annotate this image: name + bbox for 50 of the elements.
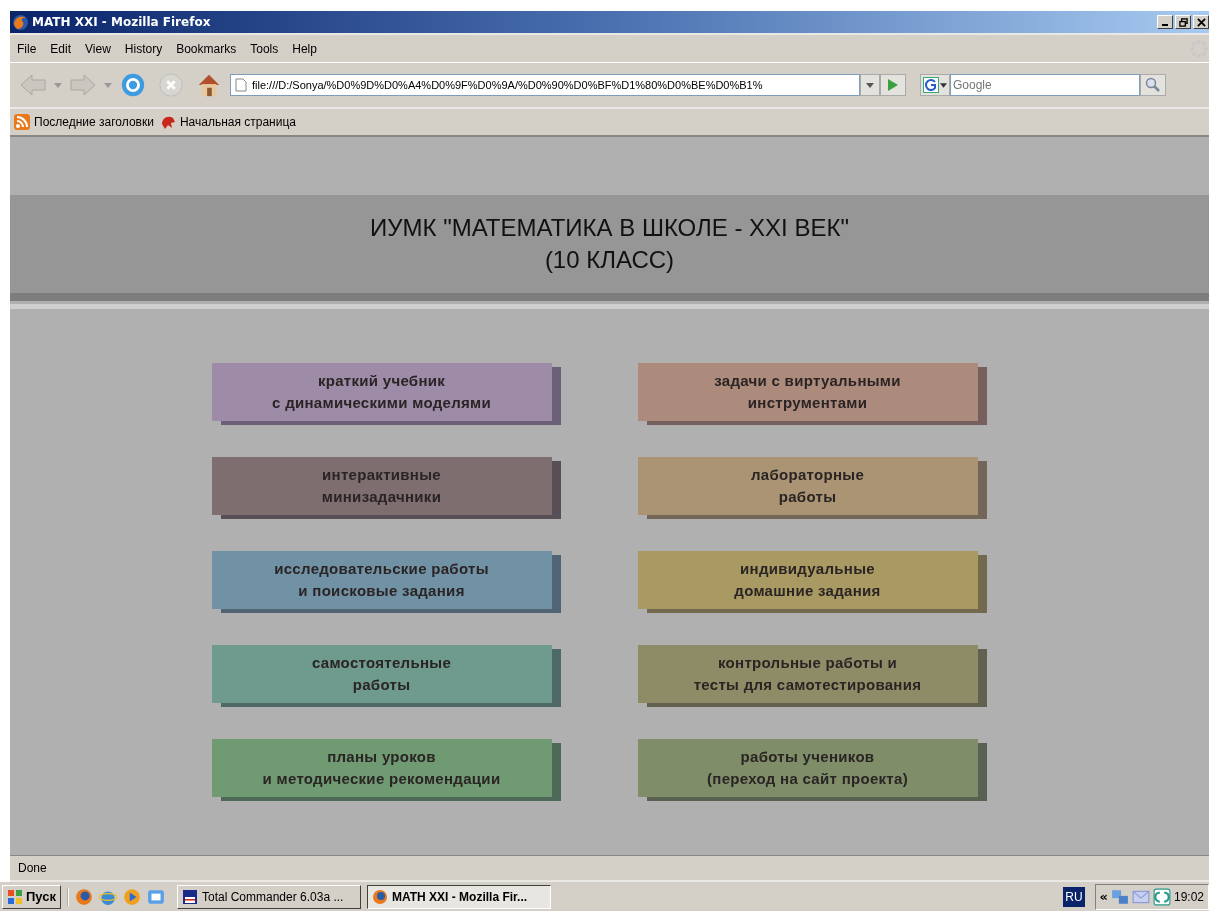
restore-icon — [1178, 17, 1188, 27]
caret-icon[interactable] — [54, 82, 62, 88]
window-title: MATH XXI - Mozilla Firefox — [32, 15, 212, 29]
animal-head-icon — [159, 114, 176, 130]
page-title: ИУМК "МАТЕМАТИКА В ШКОЛЕ - XXI ВЕК" (10 КЛАСС) — [370, 213, 849, 275]
play-arrow-icon — [887, 78, 899, 92]
taskbar-button[interactable]: MATH XXI - Mozilla Fir... — [367, 884, 551, 909]
document-icon — [235, 78, 247, 92]
network-icon[interactable] — [1110, 887, 1129, 906]
taskbar-button[interactable]: Total Commander 6.03a ... — [177, 884, 361, 909]
globe-icon — [12, 13, 29, 31]
start-button[interactable]: Пуск — [2, 884, 61, 909]
menu-item[interactable]: History — [117, 41, 170, 56]
tray-expand-button[interactable]: « — [1099, 889, 1108, 904]
browser-icon — [372, 888, 388, 905]
menu-item[interactable]: Edit — [43, 41, 79, 56]
stop-icon[interactable] — [157, 72, 185, 98]
menu-item[interactable]: File — [10, 41, 44, 56]
language-indicator[interactable]: RU — [1063, 886, 1085, 907]
caret-icon — [940, 82, 947, 88]
menu-item[interactable]: Help — [285, 41, 324, 56]
close-button[interactable] — [1193, 15, 1209, 29]
bookmark-item[interactable]: Последние заголовки — [14, 114, 154, 130]
menu-item[interactable]: Bookmarks — [169, 41, 244, 56]
windows-logo-icon — [7, 888, 23, 905]
search-icon — [1145, 77, 1161, 93]
dropdown-button[interactable] — [860, 74, 880, 96]
clock: 19:02 — [1173, 889, 1204, 904]
search-button[interactable] — [1140, 74, 1166, 96]
search-engine-icon — [923, 77, 939, 93]
minimize-icon — [1162, 24, 1168, 26]
menu-item[interactable]: Tools — [243, 41, 286, 56]
caret-icon — [866, 82, 874, 88]
close-icon — [1196, 17, 1206, 27]
search-engine-button[interactable] — [920, 74, 950, 96]
rss-feed-icon — [14, 114, 30, 130]
app-icon[interactable] — [1152, 887, 1171, 906]
media-player-icon[interactable] — [123, 887, 141, 906]
bookmark-item[interactable]: Начальная страница — [159, 114, 296, 130]
status-text: Done — [18, 861, 47, 875]
restore-button[interactable] — [1175, 15, 1191, 29]
minimize-button[interactable] — [1157, 15, 1173, 29]
browser-icon[interactable] — [75, 887, 93, 906]
desktop-icon[interactable] — [147, 887, 165, 906]
search-field[interactable]: Google — [950, 74, 1140, 96]
reload-icon[interactable] — [119, 72, 147, 98]
go-button[interactable] — [880, 74, 906, 96]
menu-item[interactable]: View — [78, 41, 118, 56]
caret-icon[interactable] — [104, 82, 112, 88]
address-field[interactable]: file:///D:/Sonya/%D0%9D%D0%A4%D0%9F%D0%9A/%D0%90%D0%BF%D1%80%D0%BE%D0%B1% — [230, 74, 860, 96]
